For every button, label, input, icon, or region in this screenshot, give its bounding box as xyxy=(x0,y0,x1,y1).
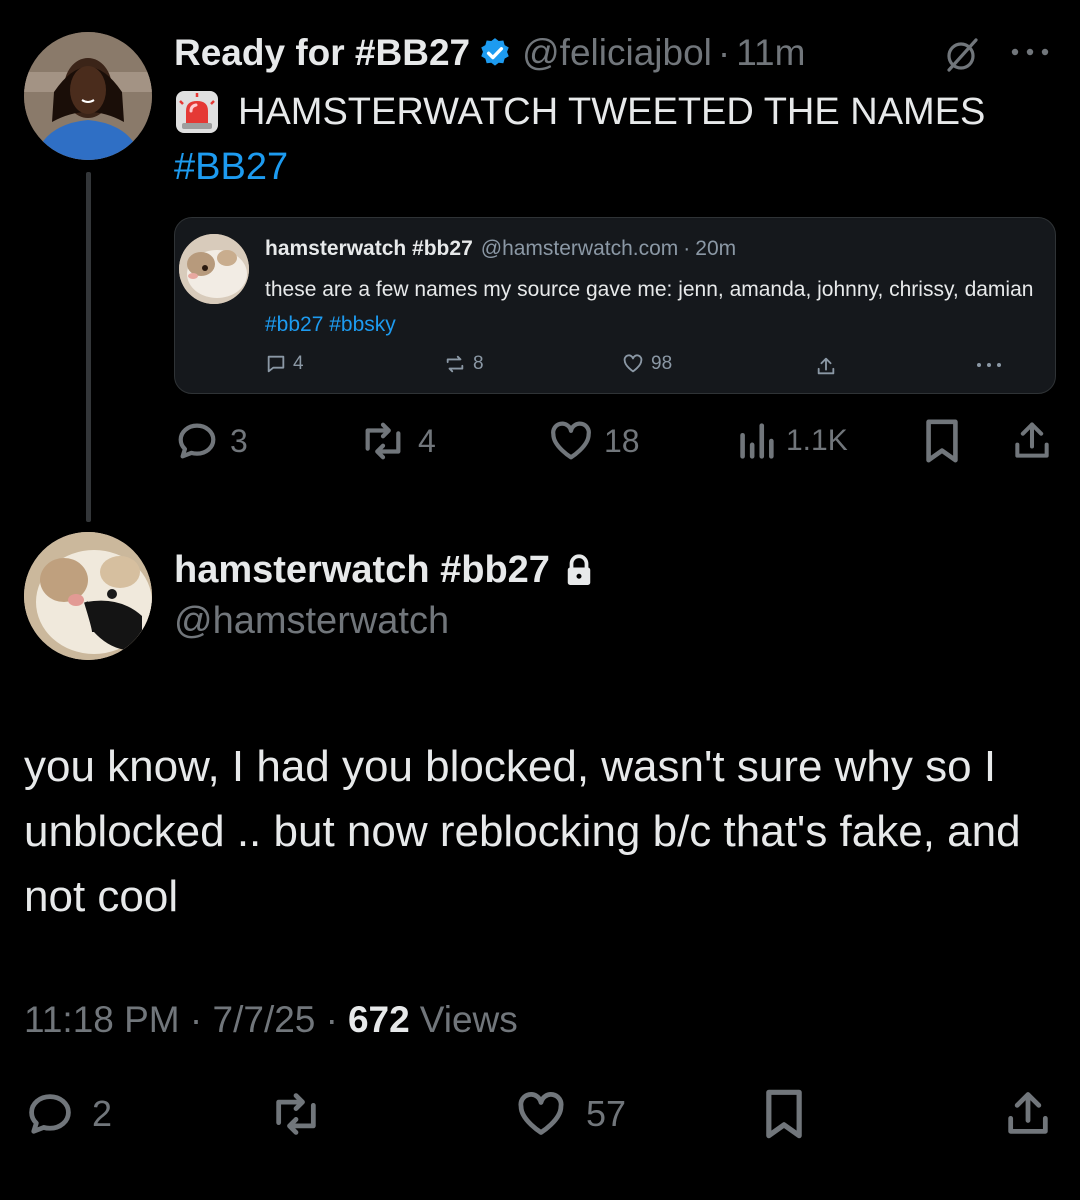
quoted-tag[interactable]: #bbsky xyxy=(329,313,396,336)
quoted-more-icon[interactable] xyxy=(975,360,1003,370)
comment-icon xyxy=(267,355,285,373)
siren-icon xyxy=(174,89,220,135)
quoted-like-count: 98 xyxy=(651,353,673,374)
repost-button[interactable] xyxy=(266,1088,326,1140)
like-count: 57 xyxy=(586,1093,627,1134)
reply-count: 3 xyxy=(230,422,248,459)
views-count[interactable]: 672 xyxy=(348,999,410,1041)
reply-count: 2 xyxy=(92,1093,113,1134)
separator: · xyxy=(717,32,731,73)
repost-icon xyxy=(365,422,401,460)
quoted-text: these are a few names my source gave me:… xyxy=(265,272,1055,342)
bookmark-icon[interactable] xyxy=(922,418,962,464)
quoted-time: 20m xyxy=(695,237,737,260)
repost-count: 4 xyxy=(418,422,436,459)
tweet-header: Ready for #BB27 @feliciajbol · 11m xyxy=(174,30,805,76)
author-row: hamsterwatch #bb27 xyxy=(174,546,594,594)
quoted-tag[interactable]: #bb27 xyxy=(265,313,323,336)
quoted-reply-count: 4 xyxy=(293,353,304,374)
repost-icon xyxy=(446,355,464,373)
like-count: 18 xyxy=(604,422,640,459)
quoted-repost-count: 8 xyxy=(473,353,484,374)
views-label: Views xyxy=(419,999,518,1040)
heart-icon xyxy=(623,354,643,373)
views-button[interactable]: 1.1K xyxy=(736,418,848,464)
display-name[interactable]: Ready for #BB27 xyxy=(174,32,470,74)
tweet-body: HAMSTERWATCH TWEETED THE NAMES xyxy=(238,90,986,133)
quoted-header: hamsterwatch #bb27 @hamsterwatch.com · 2… xyxy=(265,234,736,264)
reply-button[interactable]: 2 xyxy=(24,1088,112,1140)
avatar[interactable] xyxy=(24,532,152,660)
repost-button[interactable]: 4 xyxy=(358,418,436,464)
quoted-handle[interactable]: @hamsterwatch.com xyxy=(481,237,679,261)
quoted-separator: · xyxy=(683,237,691,260)
quoted-post-card[interactable]: hamsterwatch #bb27 @hamsterwatch.com · 2… xyxy=(174,217,1056,394)
tweet-meta: 11:18 PM · 7/7/25 · 672 Views xyxy=(24,996,518,1044)
repost-icon xyxy=(276,1093,316,1135)
quoted-avatar xyxy=(179,234,249,304)
verified-badge-icon xyxy=(478,36,512,70)
handle[interactable]: @hamsterwatch xyxy=(174,600,449,643)
like-button[interactable]: 18 xyxy=(548,418,640,464)
views-count: 1.1K xyxy=(786,424,848,457)
share-icon[interactable] xyxy=(1010,418,1054,464)
lock-icon xyxy=(564,553,594,587)
more-icon[interactable] xyxy=(1008,42,1052,62)
tweet-body: you know, I had you blocked, wasn't sure… xyxy=(24,742,1021,921)
quoted-name[interactable]: hamsterwatch #bb27 xyxy=(265,237,473,261)
reply-button[interactable]: 3 xyxy=(174,418,248,464)
bookmark-icon[interactable] xyxy=(760,1088,808,1140)
timestamp[interactable]: 11:18 PM · 7/7/25 · xyxy=(24,999,338,1041)
heart-icon xyxy=(518,1092,564,1135)
thread-line xyxy=(86,172,91,522)
like-button[interactable]: 57 xyxy=(514,1088,626,1140)
share-icon[interactable] xyxy=(1002,1088,1054,1140)
quoted-like-button[interactable]: 98 xyxy=(621,353,672,375)
comment-icon xyxy=(29,1094,71,1134)
heart-icon xyxy=(551,421,591,460)
quoted-share-icon[interactable] xyxy=(815,355,837,377)
quoted-repost-button[interactable]: 8 xyxy=(443,353,484,375)
handle[interactable]: @feliciajbol xyxy=(522,32,712,74)
display-name[interactable]: hamsterwatch #bb27 xyxy=(174,549,550,592)
quoted-reply-button[interactable]: 4 xyxy=(265,353,304,375)
views-icon xyxy=(740,423,774,459)
comment-icon xyxy=(178,423,216,459)
quoted-body: these are a few names my source gave me:… xyxy=(265,278,1034,301)
avatar[interactable] xyxy=(24,32,152,160)
tweet-text: HAMSTERWATCH TWEETED THE NAMES xyxy=(174,88,985,136)
grok-icon[interactable] xyxy=(942,34,982,74)
hashtag-link[interactable]: #BB27 xyxy=(174,146,288,189)
post-time[interactable]: 11m xyxy=(736,32,805,74)
